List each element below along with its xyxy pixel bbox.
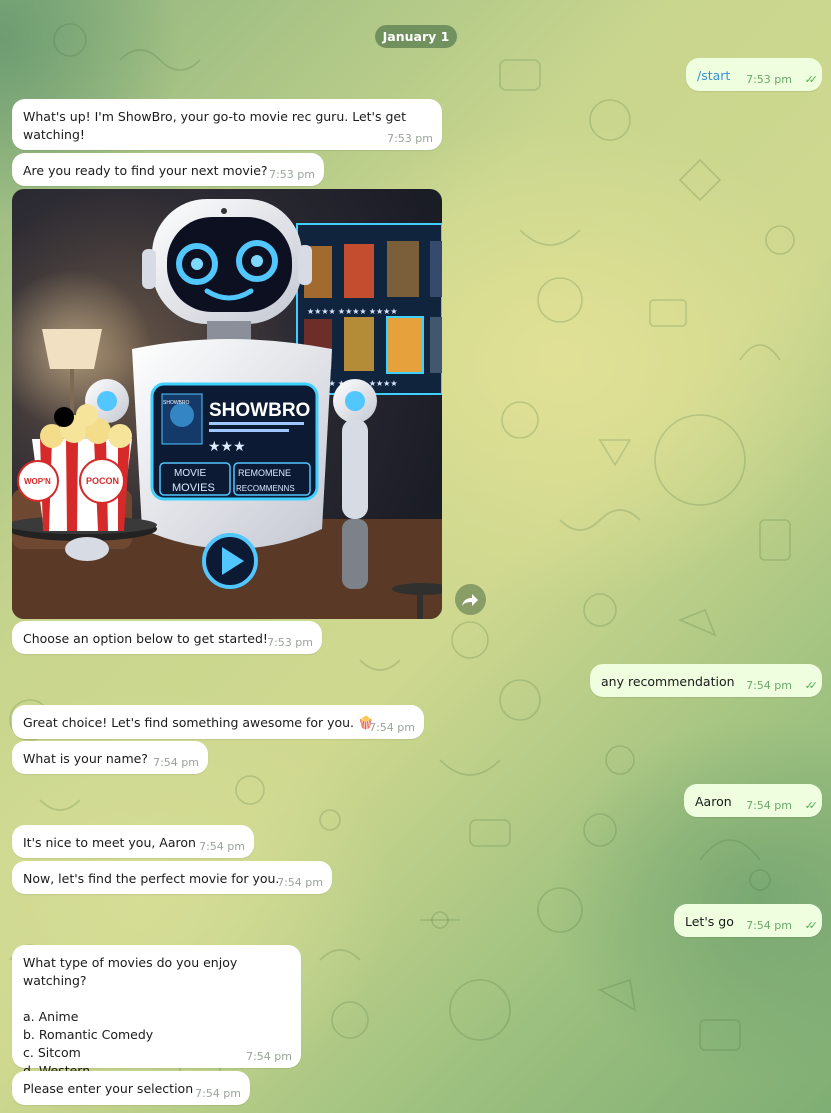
message-time: 7:54 pm — [746, 799, 792, 812]
message-time: 7:53 pm — [269, 168, 315, 181]
message-text: Let's go — [685, 914, 734, 929]
incoming-message[interactable]: Now, let's find the perfect movie for yo… — [12, 861, 332, 894]
message-time: 7:54 pm — [277, 876, 323, 889]
incoming-message[interactable]: Please enter your selection 7:54 pm — [12, 1071, 250, 1105]
double-check-icon: ✓✓ — [804, 799, 819, 812]
showbro-robot-image[interactable]: ★★★★ ★★★★ ★★★★ ★★★★ ★★★★ ★★★★ SHOWBRO SH… — [12, 189, 442, 619]
screen-label: REMOMENE — [238, 468, 291, 478]
poster-text: SHOWBRO — [163, 400, 190, 406]
message-time: 7:53 pm — [746, 73, 792, 86]
incoming-message[interactable]: Are you ready to find your next movie? 7… — [12, 153, 324, 186]
incoming-message[interactable]: What is your name? 7:54 pm — [12, 741, 208, 774]
message-text: Great choice! Let's find something aweso… — [23, 715, 374, 730]
screen-label: MOVIE — [174, 468, 207, 479]
share-arrow-icon — [461, 593, 478, 606]
date-separator: January 1 — [375, 25, 457, 48]
popcorn-label: WOP'N — [24, 477, 51, 486]
message-text: Choose an option below to get started! — [23, 631, 268, 646]
screen-label: RECOMMENNS — [236, 484, 295, 493]
message-text: It's nice to meet you, Aaron — [23, 835, 196, 850]
share-button[interactable] — [455, 584, 486, 615]
incoming-message[interactable]: It's nice to meet you, Aaron 7:54 pm — [12, 825, 254, 858]
double-check-icon: ✓✓ — [804, 73, 819, 86]
message-time: 7:53 pm — [267, 636, 313, 649]
message-time: 7:54 pm — [153, 756, 199, 769]
message-text: What type of movies do you enjoy watchin… — [23, 955, 238, 1078]
outgoing-message[interactable]: /start 7:53 pm ✓✓ — [686, 58, 822, 91]
incoming-message[interactable]: What's up! I'm ShowBro, your go-to movie… — [12, 99, 442, 150]
message-text: Are you ready to find your next movie? — [23, 163, 268, 178]
message-time: 7:54 pm — [746, 919, 792, 932]
message-text: Now, let's find the perfect movie for yo… — [23, 871, 280, 886]
message-text: Please enter your selection — [23, 1081, 194, 1096]
double-check-icon: ✓✓ — [804, 679, 819, 692]
svg-text:★★★★ ★★★★ ★★★★: ★★★★ ★★★★ ★★★★ — [307, 307, 398, 316]
popcorn-label: POCON — [86, 476, 119, 486]
message-time: 7:54 pm — [746, 679, 792, 692]
incoming-message[interactable]: Great choice! Let's find something aweso… — [12, 705, 424, 739]
message-text: any recommendation — [601, 674, 735, 689]
incoming-message[interactable]: Choose an option below to get started! 7… — [12, 621, 322, 654]
outgoing-message[interactable]: any recommendation 7:54 pm ✓✓ — [590, 664, 822, 697]
robot-stars: ★★★ — [208, 438, 246, 454]
message-time: 7:54 pm — [199, 840, 245, 853]
message-time: 7:54 pm — [195, 1087, 241, 1100]
screen-label: MOVIES — [172, 482, 215, 494]
outgoing-message[interactable]: Aaron 7:54 pm ✓✓ — [684, 784, 822, 817]
double-check-icon: ✓✓ — [804, 919, 819, 932]
message-time: 7:53 pm — [387, 132, 433, 145]
robot-brand-text: SHOWBRO — [209, 400, 310, 421]
bot-command-link[interactable]: /start — [697, 68, 730, 83]
message-time: 7:54 pm — [246, 1050, 292, 1063]
outgoing-message[interactable]: Let's go 7:54 pm ✓✓ — [674, 904, 822, 937]
message-text: Aaron — [695, 794, 732, 809]
message-time: 7:54 pm — [369, 721, 415, 734]
incoming-message[interactable]: What type of movies do you enjoy watchin… — [12, 945, 301, 1078]
message-text: What's up! I'm ShowBro, your go-to movie… — [23, 109, 406, 142]
message-text: What is your name? — [23, 751, 148, 766]
